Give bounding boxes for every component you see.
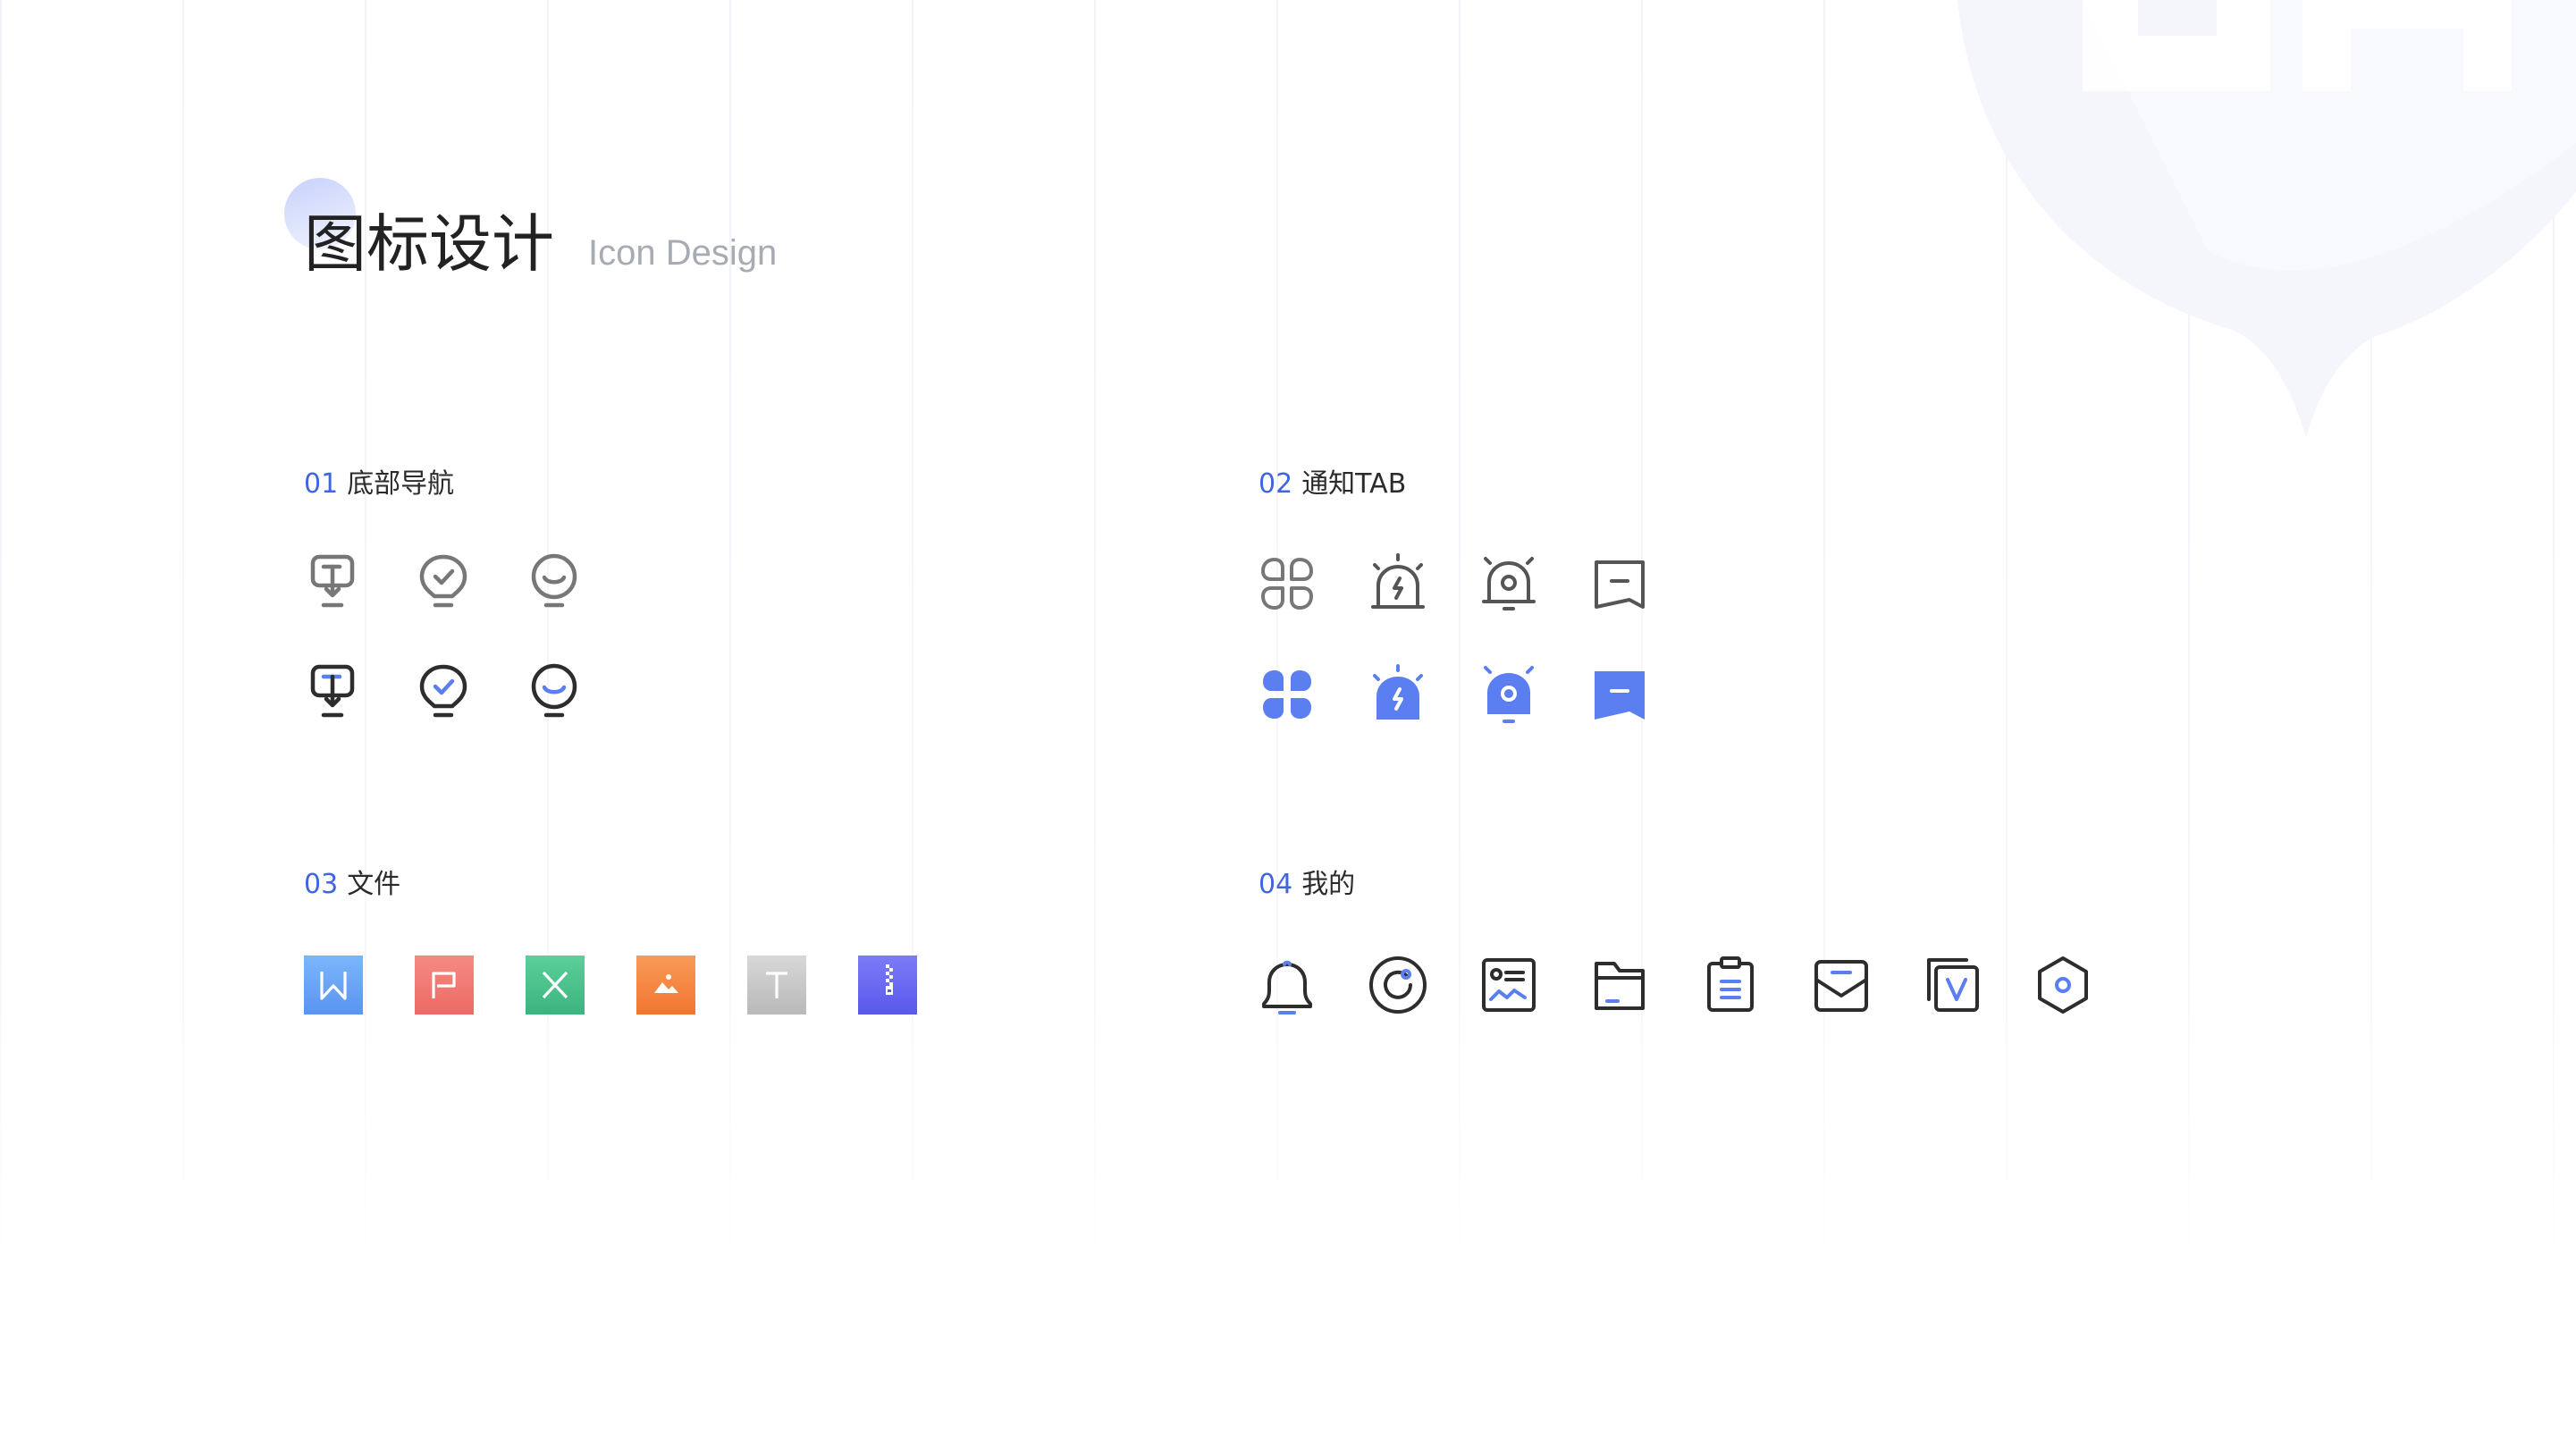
alarm-bell-icon[interactable] [1477,551,1541,616]
board-icon[interactable] [300,660,365,724]
image-file-icon[interactable] [636,956,695,1014]
bell-icon[interactable] [1255,953,1319,1017]
voucher-icon[interactable] [1920,953,1984,1017]
text-file-icon[interactable] [747,956,806,1014]
lightbulb-check-icon[interactable] [411,660,476,724]
section-number: 02 [1259,468,1293,500]
message-icon[interactable] [1587,551,1652,616]
message-icon[interactable] [1587,662,1652,727]
section-label-mine: 04 我的 [1259,867,1355,903]
zip-file-icon[interactable] [858,956,917,1014]
record-icon[interactable] [1366,953,1430,1017]
section-number: 04 [1259,869,1293,900]
section-label-bottom-nav: 01 底部导航 [304,467,454,502]
alarm-lightning-icon[interactable] [1366,662,1430,727]
lightbulb-check-icon[interactable] [411,550,476,614]
section-title: 文件 [347,869,401,900]
section-title: 底部导航 [347,468,455,500]
profile-card-icon[interactable] [1477,953,1541,1017]
settings-hexagon-icon[interactable] [2031,953,2095,1017]
ppt-file-icon[interactable] [415,956,474,1014]
apps-grid-icon[interactable] [1255,551,1319,616]
section-number: 03 [304,869,339,900]
inbox-icon[interactable] [1809,953,1873,1017]
clipboard-icon[interactable] [1698,953,1763,1017]
folder-icon[interactable] [1587,953,1652,1017]
apps-grid-icon[interactable] [1255,662,1319,727]
section-title: 我的 [1301,869,1356,900]
smile-bulb-icon[interactable] [522,660,586,724]
board-icon[interactable] [300,550,365,614]
section-label-notify-tab: 02 通知TAB [1259,467,1406,502]
page-subtitle: Icon Design [588,233,778,273]
section-label-files: 03 文件 [304,867,400,903]
section-title: 通知TAB [1301,468,1407,500]
alarm-bell-icon[interactable] [1477,662,1541,727]
excel-file-icon[interactable] [526,956,585,1014]
section-number: 01 [304,468,339,500]
alarm-lightning-icon[interactable] [1366,551,1430,616]
smile-bulb-icon[interactable] [522,550,586,614]
word-file-icon[interactable] [304,956,363,1014]
page-title: 图标设计 [304,207,554,281]
